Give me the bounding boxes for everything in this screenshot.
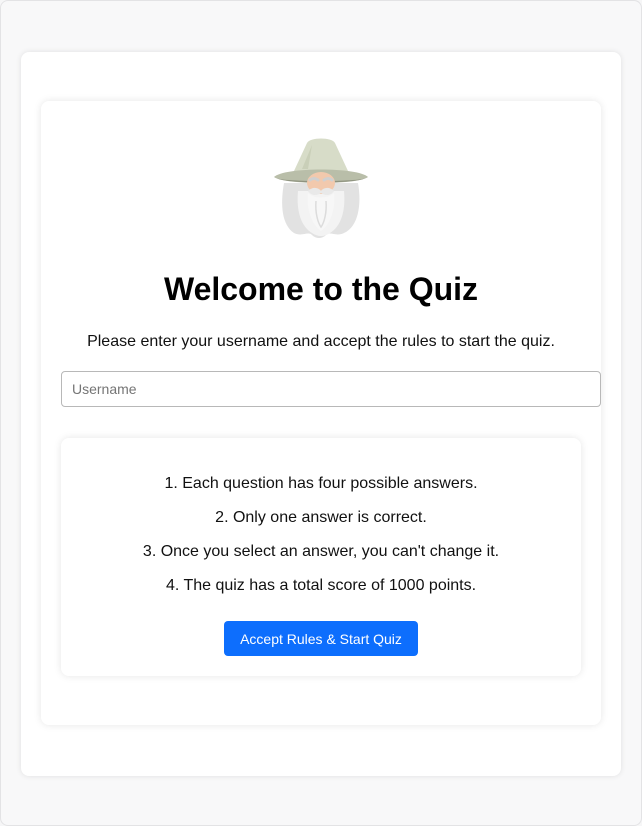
rules-list: 1. Each question has four possible answe… bbox=[61, 473, 581, 609]
username-input[interactable] bbox=[61, 371, 601, 407]
intro-text: Please enter your username and accept th… bbox=[87, 333, 555, 350]
rule-item: 1. Each question has four possible answe… bbox=[164, 475, 478, 492]
page-title: Welcome to the Quiz bbox=[163, 271, 479, 307]
wizard-icon bbox=[274, 138, 368, 238]
rule-item: 3. Once you select an answer, you can't … bbox=[142, 543, 500, 560]
quiz-container: Welcome to the Quiz Please enter your us… bbox=[21, 52, 621, 776]
rule-item: 2. Only one answer is correct. bbox=[215, 509, 427, 526]
rule-item: 4. The quiz has a total score of 1000 po… bbox=[165, 577, 477, 594]
welcome-card: Welcome to the Quiz Please enter your us… bbox=[41, 101, 601, 725]
rules-card: 1. Each question has four possible answe… bbox=[61, 438, 581, 676]
page-viewport: Welcome to the Quiz Please enter your us… bbox=[0, 0, 642, 826]
accept-rules-start-button[interactable]: Accept Rules & Start Quiz bbox=[224, 621, 418, 656]
